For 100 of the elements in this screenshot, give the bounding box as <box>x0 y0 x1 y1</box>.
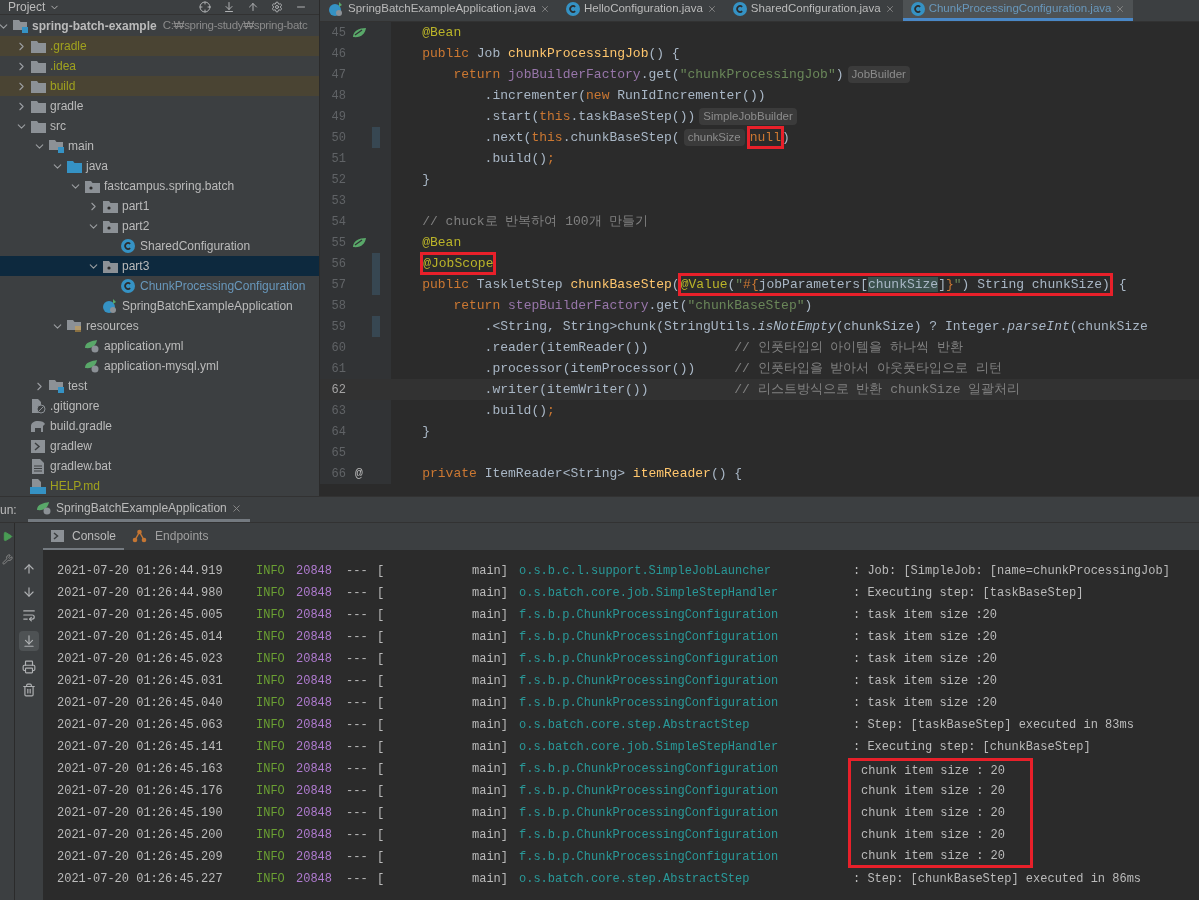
log-message: chunk item size : 20 <box>848 780 1033 802</box>
code-text: .build() <box>483 149 548 168</box>
trash-icon[interactable] <box>22 683 36 697</box>
arrow-up-icon[interactable] <box>22 562 36 576</box>
log-level: INFO <box>256 871 286 888</box>
close-icon[interactable] <box>706 4 717 14</box>
log-pid: 20848 <box>296 827 333 844</box>
tree-item[interactable]: application-mysql.yml <box>0 356 319 376</box>
code-text: .build() <box>483 401 548 420</box>
tree-item[interactable]: resources <box>0 316 319 336</box>
log-pid: 20848 <box>296 849 333 866</box>
close-icon[interactable] <box>230 502 242 514</box>
item-label: .idea <box>50 58 77 75</box>
tree-item[interactable]: part2 <box>0 216 319 236</box>
tree-item[interactable]: gradlew.bat <box>0 456 319 476</box>
run-icon[interactable] <box>1 531 13 542</box>
log-bracket: [ <box>377 585 386 602</box>
log-level: INFO <box>256 585 286 602</box>
editor-tab[interactable]: HelloConfiguration.java <box>557 0 725 21</box>
soft-wrap-icon[interactable] <box>22 608 36 622</box>
log-timestamp: 2021-07-20 01:26:45.209 <box>57 849 224 866</box>
log-bracket: [ <box>377 673 386 690</box>
log-separator: --- <box>346 585 369 602</box>
leaf-gear-icon <box>36 501 52 515</box>
folder-icon <box>66 159 82 173</box>
code-text: .get( <box>648 296 688 315</box>
tree-item[interactable]: SpringBatchExampleApplication <box>0 296 319 316</box>
close-icon[interactable] <box>1115 4 1126 14</box>
code-text: ) <box>781 128 790 147</box>
tree-item[interactable]: .idea <box>0 56 319 76</box>
log-message: : Executing step: [taskBaseStep] <box>852 585 1084 602</box>
tree-item[interactable]: .gitignore <box>0 396 319 416</box>
log-level: INFO <box>256 827 286 844</box>
tree-item[interactable]: src <box>0 116 319 136</box>
bean-gutter-icon[interactable] <box>351 26 367 39</box>
wrench-icon[interactable] <box>1 554 13 565</box>
tree-item[interactable]: HELP.md <box>0 476 319 496</box>
log-timestamp: 2021-07-20 01:26:45.141 <box>57 739 224 756</box>
log-level: INFO <box>256 629 286 646</box>
tree-item[interactable]: build <box>0 76 319 96</box>
module-folder-icon <box>12 19 28 33</box>
code-text: itemReader <box>632 464 711 483</box>
scroll-to-end-button[interactable] <box>19 631 39 651</box>
log-pid: 20848 <box>296 563 333 580</box>
log-logger: f.s.b.p.ChunkProcessingConfiguration <box>519 651 780 668</box>
code-text: ; <box>547 149 555 168</box>
code-text: public <box>421 275 469 294</box>
log-pid: 20848 <box>296 651 333 668</box>
code-text: .start( <box>483 107 540 126</box>
tree-item[interactable]: fastcampus.spring.batch <box>0 176 319 196</box>
log-message: : Step: [chunkBaseStep] executed in 86ms <box>852 871 1142 888</box>
tree-item[interactable]: test <box>0 376 319 396</box>
log-message: : task item size :20 <box>852 673 998 690</box>
tree-item[interactable]: gradle <box>0 96 319 116</box>
code-text: .chunkBaseStep( <box>562 128 680 147</box>
code-text: ItemReader<String> <box>483 464 627 483</box>
console-tab[interactable]: Endpoints <box>124 523 217 550</box>
code-text: // 리스트방식으로 반환 chunkSize 일괄처리 <box>733 380 1021 399</box>
locate-icon[interactable] <box>199 1 211 13</box>
tree-item[interactable]: application.yml <box>0 336 319 356</box>
item-label: test <box>68 378 88 395</box>
log-pid: 20848 <box>296 717 333 734</box>
tree-item[interactable]: SharedConfiguration <box>0 236 319 256</box>
item-label: build <box>50 78 76 95</box>
log-timestamp: 2021-07-20 01:26:45.190 <box>57 805 224 822</box>
collapse-all-icon[interactable] <box>247 1 259 13</box>
expand-all-icon[interactable] <box>223 1 235 13</box>
log-thread: main] <box>472 739 509 756</box>
highlight-box: @JobScope <box>422 253 495 274</box>
tree-item[interactable]: part3 <box>0 256 319 276</box>
bean-gutter-icon[interactable] <box>351 236 367 249</box>
print-icon[interactable] <box>22 660 36 674</box>
panel-title[interactable]: Project <box>8 1 46 13</box>
tree-item[interactable]: .gradle <box>0 36 319 56</box>
log-separator: --- <box>346 805 369 822</box>
log-message: chunk item size : 20 <box>848 846 1033 868</box>
arrow-down-icon[interactable] <box>22 585 36 599</box>
tree-item[interactable]: ChunkProcessingConfiguration <box>0 276 319 296</box>
log-pid: 20848 <box>296 629 333 646</box>
close-icon[interactable] <box>884 4 895 14</box>
code-text: "chunkBaseStep" <box>687 296 805 315</box>
tree-item[interactable]: spring-batch-example C:₩spring-study₩spring-batc <box>0 16 319 36</box>
item-label: main <box>68 138 94 155</box>
settings-icon[interactable] <box>271 1 283 13</box>
editor-tab[interactable]: SharedConfiguration.java <box>724 0 903 21</box>
inlay-hint: chunkSize <box>683 128 745 147</box>
editor-tab[interactable]: SpringBatchExampleApplication.java <box>320 0 558 21</box>
close-icon[interactable] <box>539 4 550 14</box>
code-text: .incrementer( <box>483 86 587 105</box>
code-text: public <box>421 44 469 63</box>
log-separator: --- <box>346 739 369 756</box>
code-text: "chunkProcessingJob" <box>679 65 836 84</box>
tree-item[interactable]: part1 <box>0 196 319 216</box>
log-logger: o.s.batch.core.step.AbstractStep <box>519 717 751 734</box>
tree-item[interactable]: main <box>0 136 319 156</box>
tree-item[interactable]: gradlew <box>0 436 319 456</box>
tree-item[interactable]: java <box>0 156 319 176</box>
tree-item[interactable]: build.gradle <box>0 416 319 436</box>
gutter-marker[interactable]: @ <box>355 463 363 484</box>
network-nodes-icon <box>132 528 148 543</box>
